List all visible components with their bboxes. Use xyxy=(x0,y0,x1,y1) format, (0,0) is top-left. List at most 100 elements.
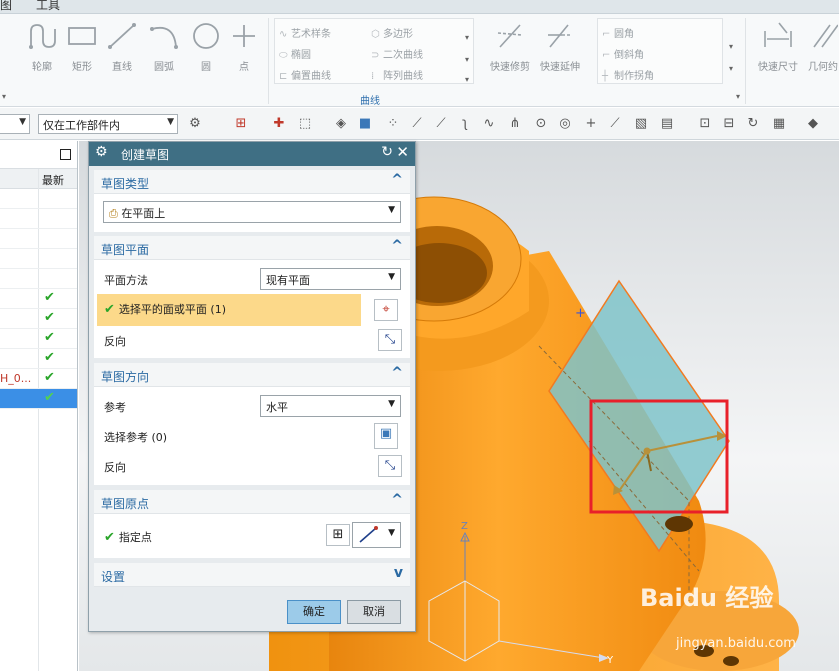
view-fit-icon[interactable]: ⊡ xyxy=(696,115,714,133)
menu-item-tools[interactable]: 工具 xyxy=(36,0,60,13)
solid-body-icon[interactable]: ◈ xyxy=(332,115,350,133)
studio-spline-label: 艺术样条 xyxy=(291,29,331,40)
plane-dialog-icon[interactable]: ⌖ xyxy=(374,299,398,321)
rectangle-tool[interactable]: 矩形 xyxy=(60,18,104,73)
reset-icon[interactable]: ↻ xyxy=(381,144,393,160)
side-hole xyxy=(665,516,693,532)
line-tool[interactable]: 直线 xyxy=(100,18,144,73)
navigator-row[interactable] xyxy=(0,209,77,229)
quadrant-point-icon[interactable]: ◎ xyxy=(556,115,574,133)
point-on-curve-icon[interactable]: ⟋ xyxy=(432,115,450,133)
make-corner-item[interactable]: ┼ 制作拐角 xyxy=(602,67,654,82)
chevron-up-icon[interactable]: ^ xyxy=(391,365,403,381)
polygon-item[interactable]: ⬡ 多边形 xyxy=(371,25,413,40)
chamfer-item[interactable]: ⌐ 倒斜角 xyxy=(602,46,644,61)
chevron-up-icon[interactable]: ^ xyxy=(391,172,403,188)
geometric-constraint-tool[interactable]: 几何约 xyxy=(806,18,839,73)
chevron-down-icon[interactable]: ▾ xyxy=(736,92,740,101)
navigator-row[interactable] xyxy=(0,189,77,209)
navigator-row[interactable]: ✔ xyxy=(0,389,77,409)
layout-icon[interactable]: ▦ xyxy=(770,115,788,133)
ok-button[interactable]: 确定 xyxy=(287,600,341,624)
pattern-curve-item[interactable]: ⁞ 阵列曲线 xyxy=(371,67,423,82)
chevron-down-icon[interactable]: v xyxy=(394,565,403,581)
ribbon: 轮廓 矩形 直线 圆弧 圆 点 ∿艺术样条 ⬡多边形 ⬭椭圆 ⊃二次曲线 xyxy=(0,14,839,107)
curve-icon[interactable]: ʅ xyxy=(456,115,474,133)
settings-header[interactable]: 设置 v xyxy=(94,563,410,587)
sketch-plane-header[interactable]: 草图平面 ^ xyxy=(94,236,410,260)
plane-method-dropdown[interactable]: 现有平面 ▼ xyxy=(260,268,401,290)
sketch-type-header[interactable]: 草图类型 ^ xyxy=(94,170,410,194)
ellipse-item[interactable]: ⬭ 椭圆 xyxy=(279,46,311,61)
chevron-down-icon[interactable]: ▾ xyxy=(2,92,6,101)
cancel-button[interactable]: 取消 xyxy=(347,600,401,624)
wcs-z-label: Z xyxy=(461,521,468,532)
point-on-surface-icon[interactable]: ⟋ xyxy=(606,115,624,133)
point-type-dropdown[interactable]: ▼ xyxy=(352,522,401,548)
navigator-row[interactable]: ✔ xyxy=(0,309,77,329)
snap-point-icon[interactable]: ⊞ xyxy=(232,115,250,133)
shading-icon[interactable]: ◆ xyxy=(804,115,822,133)
point-tool[interactable]: 点 xyxy=(222,18,266,73)
chevron-down-icon[interactable]: ▾ xyxy=(465,33,469,42)
sketch-orientation-header[interactable]: 草图方向 ^ xyxy=(94,363,410,387)
ellipse-label: 椭圆 xyxy=(291,50,311,61)
navigator-row[interactable]: H_0... ✔ xyxy=(0,369,77,389)
gallery-expand-icon[interactable]: ▾ xyxy=(465,75,469,84)
sketch-type-dropdown[interactable]: ⎙ 在平面上 ▼ xyxy=(103,201,401,223)
maximize-icon[interactable] xyxy=(60,149,71,160)
navigator-row[interactable]: ✔ xyxy=(0,349,77,369)
existing-point-icon[interactable]: + xyxy=(582,115,600,133)
reverse-direction-icon[interactable]: ⤡ xyxy=(378,455,402,477)
chevron-down-icon[interactable]: ▾ xyxy=(729,42,733,51)
part-navigator: 最新 ✔ ✔ ✔ ✔ H_0... ✔ ✔ xyxy=(0,141,78,671)
navigator-row[interactable]: ✔ xyxy=(0,289,77,309)
quick-trim-tool[interactable]: 快速修剪 xyxy=(488,18,532,73)
selection-scope-value: 仅在工作部件内 xyxy=(43,119,120,132)
sketch-orientation-section: 草图方向 ^ 参考 水平 ▼ 选择参考 (0) ▣ 反向 ⤡ xyxy=(94,363,410,485)
view-orient-icon[interactable]: ⊟ xyxy=(720,115,738,133)
general-selection-icon[interactable]: ⚙ xyxy=(186,115,204,133)
type-filter-dropdown[interactable]: ▼ xyxy=(0,114,30,134)
selection-toolbar: ▼ 仅在工作部件内 ▼ ⚙ ⊞ ✚ ⬚ ◈ ■ ⁘ ⟋ ⟋ ʅ ∿ ⋔ ⊙ ◎ … xyxy=(0,108,839,140)
conic-item[interactable]: ⊃ 二次曲线 xyxy=(371,46,423,61)
chevron-up-icon[interactable]: ^ xyxy=(391,492,403,508)
chevron-down-icon[interactable]: ▾ xyxy=(729,64,733,73)
point-dialog-icon[interactable]: ⊞ xyxy=(326,524,350,546)
reference-dropdown[interactable]: 水平 ▼ xyxy=(260,395,401,417)
arc-center-icon[interactable]: ⊙ xyxy=(532,115,550,133)
offset-curve-item[interactable]: ⊏ 偏置曲线 xyxy=(279,67,331,82)
arc-tool[interactable]: 圆弧 xyxy=(142,18,186,73)
menu-item-sketch[interactable]: 图 xyxy=(0,0,12,13)
fillet-item[interactable]: ⌐ 圆角 xyxy=(602,25,634,40)
reverse-direction-icon[interactable]: ⤡ xyxy=(378,329,402,351)
quick-extend-tool[interactable]: 快速延伸 xyxy=(538,18,582,73)
dotted-grid-icon[interactable]: ⁘ xyxy=(384,115,402,133)
selection-scope-dropdown[interactable]: 仅在工作部件内 ▼ xyxy=(38,114,178,134)
select-reference-icon[interactable]: ▣ xyxy=(374,423,398,449)
studio-spline-item[interactable]: ∿ 艺术样条 xyxy=(279,25,331,40)
polygon-icon: ⬡ xyxy=(371,29,380,40)
chevron-up-icon[interactable]: ^ xyxy=(391,238,403,254)
latest-column-header[interactable]: 最新 xyxy=(42,172,64,188)
select-face-icon[interactable]: ✚ xyxy=(270,115,288,133)
ellipse-icon: ⬭ xyxy=(279,50,288,61)
grid-icon[interactable]: ▤ xyxy=(658,115,676,133)
navigator-row[interactable] xyxy=(0,269,77,289)
selection-rectangle-icon[interactable]: ⬚ xyxy=(296,115,314,133)
navigator-row[interactable] xyxy=(0,229,77,249)
rapid-dimension-tool[interactable]: 快速尺寸 xyxy=(756,18,800,73)
navigator-row[interactable] xyxy=(0,249,77,269)
navigator-row[interactable]: ✔ xyxy=(0,329,77,349)
cube-icon[interactable]: ■ xyxy=(356,115,374,133)
line-snap-icon[interactable]: ⟋ xyxy=(408,115,426,133)
profile-tool[interactable]: 轮廓 xyxy=(20,18,64,73)
chevron-down-icon[interactable]: ▾ xyxy=(465,55,469,64)
specify-point-label: ✔ 指定点 xyxy=(104,529,152,545)
sketch-origin-header[interactable]: 草图原点 ^ xyxy=(94,490,410,514)
refresh-icon[interactable]: ↻ xyxy=(744,115,762,133)
close-icon[interactable]: ✕ xyxy=(396,143,409,161)
intersection-icon[interactable]: ⋔ xyxy=(506,115,524,133)
spline-snap-icon[interactable]: ∿ xyxy=(480,115,498,133)
bounded-grid-icon[interactable]: ▧ xyxy=(632,115,650,133)
